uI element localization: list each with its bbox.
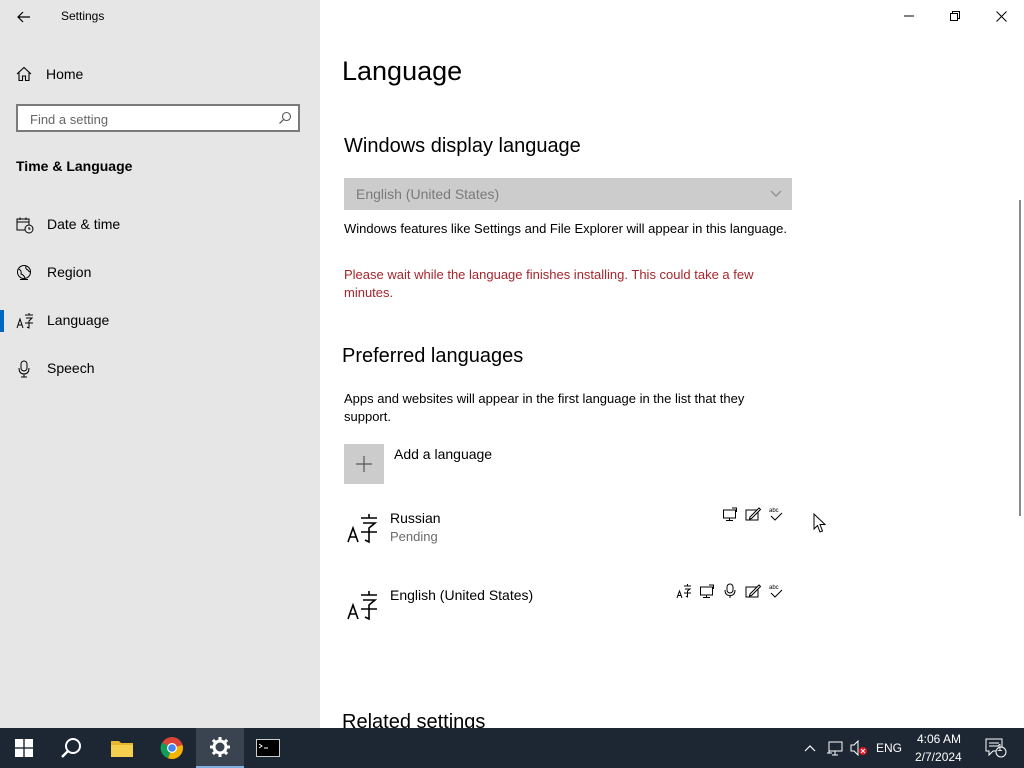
chevron-up-icon bbox=[804, 745, 816, 752]
handwriting-icon bbox=[745, 583, 762, 599]
home-label: Home bbox=[46, 66, 84, 82]
search-input[interactable] bbox=[28, 106, 272, 132]
sidebar-item-region[interactable]: Region bbox=[0, 252, 320, 292]
main-content: Language Windows display language Englis… bbox=[320, 0, 1024, 728]
language-name: Russian bbox=[390, 510, 441, 526]
sidebar-item-label: Region bbox=[47, 264, 92, 280]
preferred-languages-description: Apps and websites will appear in the fir… bbox=[344, 391, 745, 424]
minimize-button[interactable] bbox=[886, 0, 932, 32]
microphone-icon bbox=[18, 360, 30, 378]
chrome-icon bbox=[160, 737, 183, 760]
language-pack-icon bbox=[676, 583, 692, 599]
mouse-cursor-icon bbox=[813, 513, 827, 533]
section-title: Time & Language bbox=[16, 158, 133, 174]
language-features: abc bbox=[722, 506, 784, 522]
notification-count: 1 bbox=[997, 743, 1003, 754]
sidebar: Settings Home Time & Language Date & tim… bbox=[0, 0, 320, 728]
language-icon bbox=[16, 313, 34, 329]
svg-text:abc: abc bbox=[769, 508, 779, 514]
chevron-down-icon bbox=[770, 190, 782, 197]
notifications-button[interactable]: 1 bbox=[976, 728, 1016, 768]
terminal-button[interactable] bbox=[244, 728, 292, 768]
clock-time[interactable]: 4:06 AM bbox=[917, 732, 961, 746]
language-item-english-us[interactable]: English (United States) abc bbox=[344, 583, 794, 643]
terminal-icon bbox=[256, 739, 280, 757]
restore-icon bbox=[950, 11, 960, 21]
related-settings-heading: Related settings bbox=[342, 711, 486, 728]
search-taskbar-button[interactable] bbox=[48, 728, 96, 768]
minimize-icon bbox=[904, 15, 914, 17]
volume-button[interactable] bbox=[846, 728, 872, 768]
sidebar-item-date-time[interactable]: Date & time bbox=[0, 204, 320, 244]
network-button[interactable] bbox=[822, 728, 848, 768]
language-item-russian[interactable]: Russian Pending abc bbox=[344, 506, 794, 566]
input-language-indicator[interactable]: ENG bbox=[876, 741, 902, 755]
start-button[interactable] bbox=[0, 728, 48, 768]
spellcheck-icon: abc bbox=[768, 506, 784, 522]
display-language-description: Windows features like Settings and File … bbox=[344, 221, 787, 236]
clock-date[interactable]: 2/7/2024 bbox=[915, 750, 962, 764]
sidebar-item-speech[interactable]: Speech bbox=[0, 348, 320, 388]
spellcheck-icon: abc bbox=[768, 583, 784, 599]
display-language-dropdown[interactable]: English (United States) bbox=[344, 178, 792, 210]
sidebar-item-label: Language bbox=[47, 312, 110, 328]
home-button[interactable]: Home bbox=[16, 62, 83, 86]
install-warning: Please wait while the language finishes … bbox=[344, 267, 754, 300]
language-glyph-icon bbox=[347, 514, 378, 544]
display-language-heading: Windows display language bbox=[344, 135, 581, 157]
add-language-label: Add a language bbox=[394, 446, 493, 462]
back-button[interactable] bbox=[12, 6, 36, 28]
language-features: abc bbox=[676, 583, 784, 599]
preferred-languages-heading: Preferred languages bbox=[342, 345, 524, 367]
close-button[interactable] bbox=[978, 0, 1024, 32]
plus-icon bbox=[344, 444, 384, 484]
folder-icon bbox=[111, 741, 133, 757]
sidebar-item-label: Speech bbox=[47, 360, 95, 376]
search-box[interactable] bbox=[16, 104, 300, 132]
show-hidden-icons-button[interactable] bbox=[798, 728, 822, 768]
chrome-button[interactable] bbox=[148, 728, 196, 768]
notification-icon bbox=[985, 738, 1007, 758]
scrollbar[interactable] bbox=[1019, 200, 1021, 516]
display-language-icon bbox=[699, 583, 715, 599]
back-arrow-icon bbox=[17, 11, 30, 23]
language-glyph-icon bbox=[347, 591, 378, 621]
calendar-clock-icon bbox=[16, 217, 34, 234]
language-name: English (United States) bbox=[390, 587, 534, 603]
search-icon bbox=[61, 738, 81, 758]
volume-muted-icon bbox=[850, 740, 867, 756]
windows-logo-icon bbox=[15, 739, 33, 757]
globe-icon bbox=[17, 265, 31, 280]
taskbar: ENG 4:06 AM 2/7/2024 1 bbox=[0, 728, 1024, 768]
language-status: Pending bbox=[390, 529, 438, 544]
search-icon bbox=[279, 111, 292, 124]
active-indicator bbox=[0, 310, 4, 332]
close-icon bbox=[995, 10, 1007, 22]
dropdown-value: English (United States) bbox=[356, 186, 500, 202]
app-title: Settings bbox=[61, 9, 105, 23]
gear-icon bbox=[210, 737, 230, 757]
speech-icon bbox=[722, 583, 738, 599]
settings-taskbar-button[interactable] bbox=[196, 728, 244, 768]
network-icon bbox=[827, 741, 843, 756]
sidebar-item-label: Date & time bbox=[47, 216, 121, 232]
handwriting-icon bbox=[745, 506, 762, 522]
file-explorer-button[interactable] bbox=[98, 728, 146, 768]
svg-text:abc: abc bbox=[769, 585, 779, 591]
restore-button[interactable] bbox=[932, 0, 978, 32]
home-icon bbox=[16, 66, 32, 82]
add-language-button[interactable]: Add a language bbox=[344, 444, 492, 484]
page-title: Language bbox=[342, 56, 463, 86]
sidebar-item-language[interactable]: Language bbox=[0, 300, 320, 340]
display-language-icon bbox=[722, 506, 738, 522]
